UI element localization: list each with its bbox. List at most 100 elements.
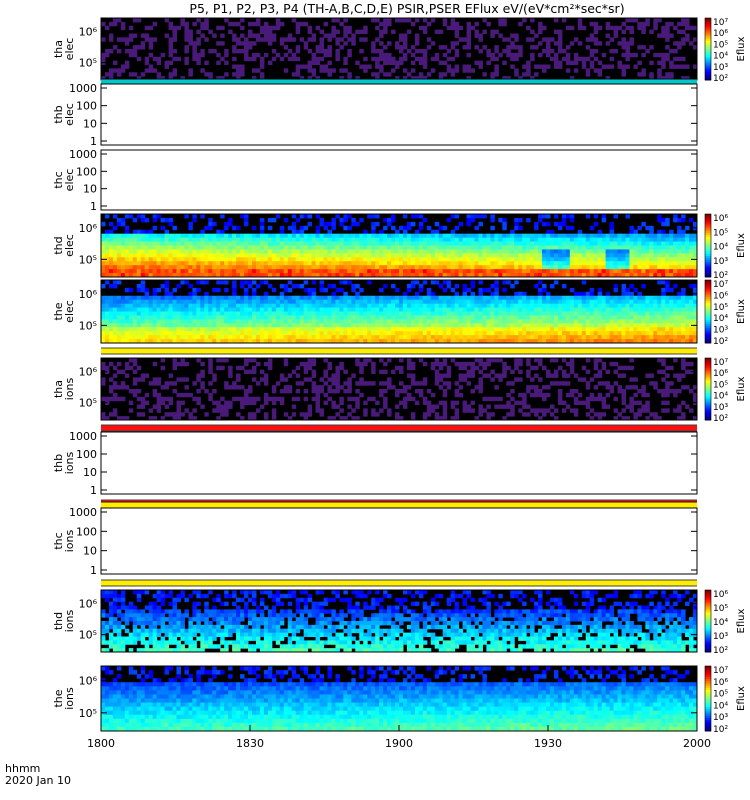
spectrogram-cell <box>430 327 436 332</box>
spectrogram-cell <box>454 323 460 328</box>
spectrogram-cell <box>641 307 646 312</box>
spectrogram-cell <box>657 52 662 58</box>
spectrogram-cell <box>319 217 324 223</box>
spectrogram-cell <box>363 68 368 73</box>
spectrogram-cell <box>279 299 285 305</box>
spectrogram-cell <box>553 335 559 340</box>
spectrogram-cell <box>514 265 519 270</box>
spectrogram-cell <box>661 257 666 262</box>
spectrogram-cell <box>522 307 527 312</box>
spectrogram-cell <box>522 64 527 69</box>
spectrogram-cell <box>116 37 122 42</box>
spectrogram-cell <box>315 214 321 219</box>
spectrogram-cell <box>275 303 281 309</box>
spectrogram-cell <box>569 237 575 243</box>
spectrogram-cell <box>478 280 483 285</box>
spectrogram-cell <box>323 299 328 305</box>
spectrogram-cell <box>526 68 531 73</box>
spectrogram-cell <box>410 335 416 340</box>
spectrogram-cell <box>220 311 225 316</box>
spectrogram-cell <box>101 261 106 266</box>
spectrogram-cell <box>371 299 376 305</box>
spectrogram-cell <box>128 307 134 312</box>
spectrogram-cell <box>136 233 142 239</box>
spectrogram-cell <box>248 41 253 46</box>
spectrogram-cell <box>506 233 511 239</box>
spectrogram-cell <box>295 29 301 35</box>
spectrogram-cell <box>629 25 634 31</box>
spectrogram-cell <box>605 253 611 258</box>
spectrogram-cell <box>244 237 249 243</box>
spectrogram-cell <box>184 303 189 309</box>
spectrogram-cell <box>240 319 245 324</box>
spectrogram-cell <box>395 60 400 66</box>
spectrogram-cell <box>458 25 464 31</box>
spectrogram-cell <box>669 303 674 309</box>
spectrogram-cell <box>371 331 376 336</box>
spectrogram-cell <box>327 295 332 301</box>
spectrogram-cell <box>116 49 122 54</box>
spectrogram-cell <box>391 265 396 270</box>
spectrogram-cell <box>267 311 273 316</box>
spectrogram-cell <box>653 295 658 301</box>
spectrogram-cell <box>434 295 440 301</box>
spectrogram-cell <box>299 311 305 316</box>
spectrogram-cell <box>601 237 607 243</box>
spectrogram-cell <box>629 269 634 274</box>
spectrogram-cell <box>347 52 352 58</box>
spectrogram-cell <box>112 381 118 386</box>
spectrogram-cell <box>442 299 448 305</box>
spectrogram-cell <box>379 323 384 328</box>
spectrogram-cell <box>534 331 539 336</box>
spectrogram-cell <box>196 41 201 46</box>
spectrogram-cell <box>279 229 285 235</box>
spectrogram-cell <box>180 269 185 274</box>
spectrogram-cell <box>609 64 615 69</box>
spectrogram-cell <box>466 331 472 336</box>
spectrogram-cell <box>343 237 348 243</box>
spectrogram-cell <box>120 311 126 316</box>
spectrogram-cell <box>160 225 166 231</box>
spectrogram-cell <box>200 319 205 324</box>
spectrogram-cell <box>665 56 670 62</box>
spectrogram-cell <box>196 327 201 332</box>
spectrogram-cell <box>172 257 177 262</box>
spectrogram-cell <box>641 303 646 309</box>
spectrogram-cell <box>160 269 166 274</box>
spectrogram-cell <box>299 64 305 69</box>
spectrogram-cell <box>244 335 249 340</box>
spectrogram-cell <box>347 265 352 270</box>
spectrogram-cell <box>240 249 245 254</box>
spectrogram-cell <box>553 315 559 320</box>
spectrogram-cell <box>406 311 412 316</box>
spectrogram-cell <box>104 365 110 371</box>
spectrogram-cell <box>240 41 245 46</box>
spectrogram-cell <box>573 257 579 262</box>
spectrogram-cell <box>450 214 456 219</box>
y-tick-label: 1 <box>90 135 97 148</box>
spectrogram-cell <box>422 64 428 69</box>
spectrogram-cell <box>271 319 277 324</box>
spectrogram-cell <box>542 335 547 340</box>
spectrogram-cell <box>454 241 460 246</box>
spectrogram-cell <box>156 60 162 66</box>
spectrogram-cell <box>148 269 154 274</box>
spectrogram-cell <box>335 233 340 239</box>
spectrogram-cell <box>542 64 547 69</box>
spectrogram-cell <box>641 25 646 31</box>
spectrogram-cell <box>677 299 682 305</box>
spectrogram-cell <box>538 265 543 270</box>
spectrogram-cell <box>538 315 543 320</box>
spectrogram-cell <box>466 269 472 274</box>
spectrogram-cell <box>212 327 217 332</box>
spectrogram-cell <box>629 261 634 266</box>
spectrogram-cell <box>160 257 166 262</box>
spectrogram-cell <box>593 25 599 31</box>
spectrogram-cell <box>204 225 209 231</box>
spectrogram-cell <box>359 237 364 243</box>
spectrogram-cell <box>200 241 205 246</box>
spectrogram-cell <box>589 327 595 332</box>
spectrogram-cell <box>319 249 324 254</box>
spectrogram-cell <box>490 299 495 305</box>
spectrogram-cell <box>116 323 122 328</box>
